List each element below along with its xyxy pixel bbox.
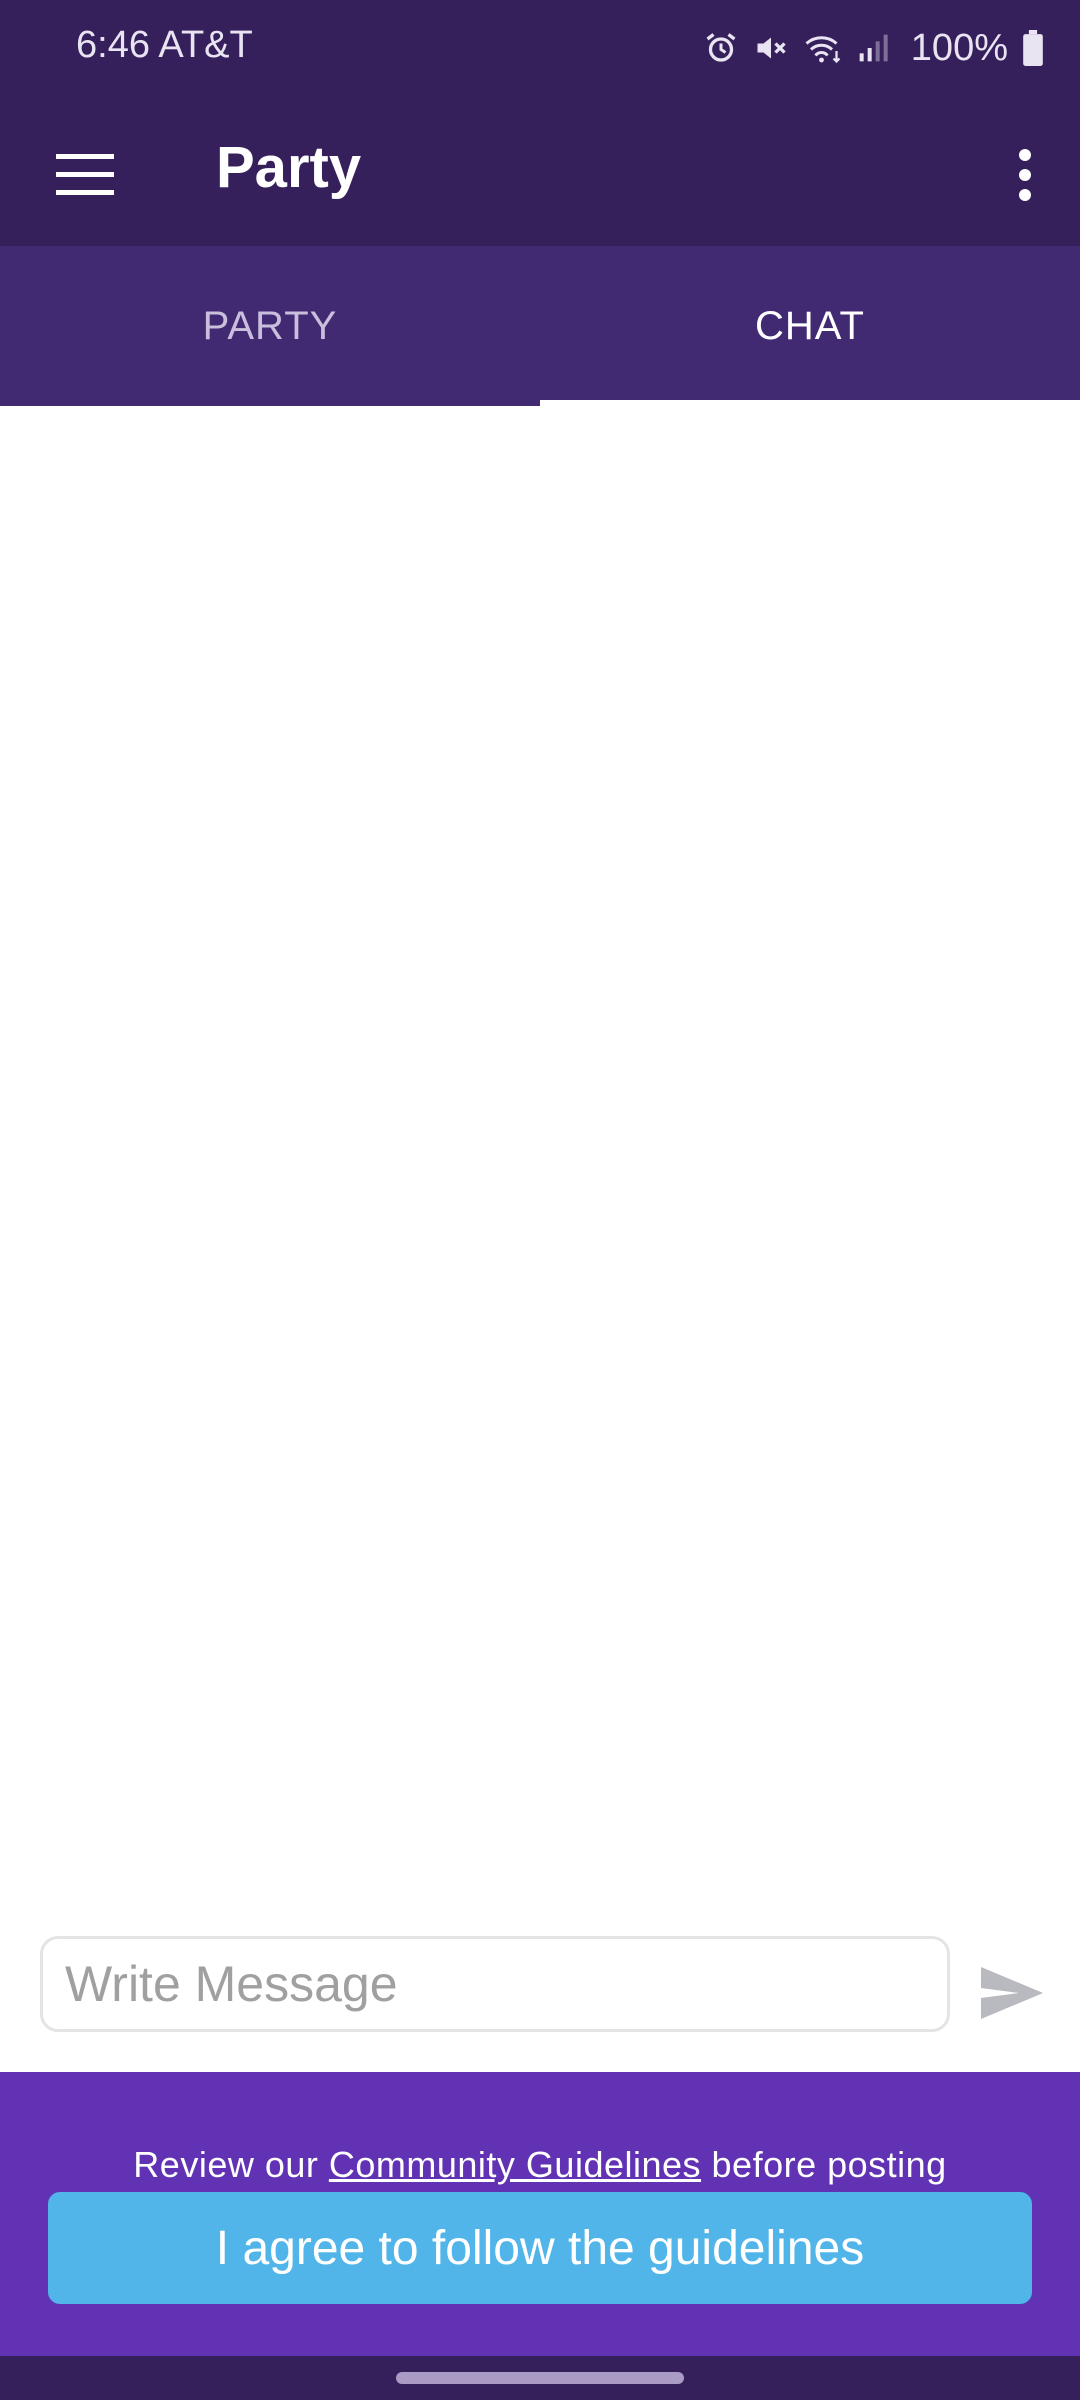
- battery-icon: [1022, 30, 1044, 66]
- status-icons: 100%: [703, 18, 1044, 78]
- system-nav-bar: [0, 2356, 1080, 2400]
- send-icon: [979, 1965, 1045, 2026]
- signal-icon: [857, 32, 889, 64]
- guidelines-prefix: Review our: [133, 2144, 329, 2185]
- page-title: Party: [216, 135, 362, 200]
- chat-message-list[interactable]: [0, 406, 1080, 1916]
- guidelines-text: Review our Community Guidelines before p…: [0, 2144, 1080, 2186]
- status-bar: 6:46 AT&T 100%: [0, 0, 1080, 96]
- app-bar: Party: [0, 96, 1080, 246]
- tab-bar: PARTY CHAT: [0, 246, 1080, 406]
- more-vert-icon: [1018, 148, 1032, 206]
- guidelines-banner: Review our Community Guidelines before p…: [0, 2072, 1080, 2356]
- community-guidelines-link[interactable]: Community Guidelines: [329, 2144, 701, 2185]
- menu-button[interactable]: [40, 132, 130, 222]
- message-input[interactable]: [40, 1936, 950, 2032]
- hamburger-menu-icon: [56, 153, 114, 201]
- status-time-carrier: 6:46 AT&T: [76, 24, 253, 66]
- tab-label: PARTY: [202, 303, 338, 348]
- agree-guidelines-button[interactable]: I agree to follow the guidelines: [48, 2192, 1032, 2304]
- tab-label: CHAT: [755, 303, 865, 348]
- battery-percent: 100%: [910, 26, 1008, 69]
- wifi-icon: [803, 30, 843, 66]
- send-button[interactable]: [972, 1960, 1052, 2030]
- alarm-icon: [703, 30, 739, 66]
- overflow-menu-button[interactable]: [990, 132, 1060, 222]
- tab-chat[interactable]: CHAT: [540, 246, 1080, 406]
- mute-icon: [753, 30, 789, 66]
- guidelines-suffix: before posting: [701, 2144, 947, 2185]
- screen: 6:46 AT&T 100% Party PARTY CHAT Write Me…: [0, 0, 1080, 2400]
- tab-party[interactable]: PARTY: [0, 246, 540, 406]
- home-indicator[interactable]: [396, 2372, 684, 2384]
- message-composer: [0, 1916, 1080, 2072]
